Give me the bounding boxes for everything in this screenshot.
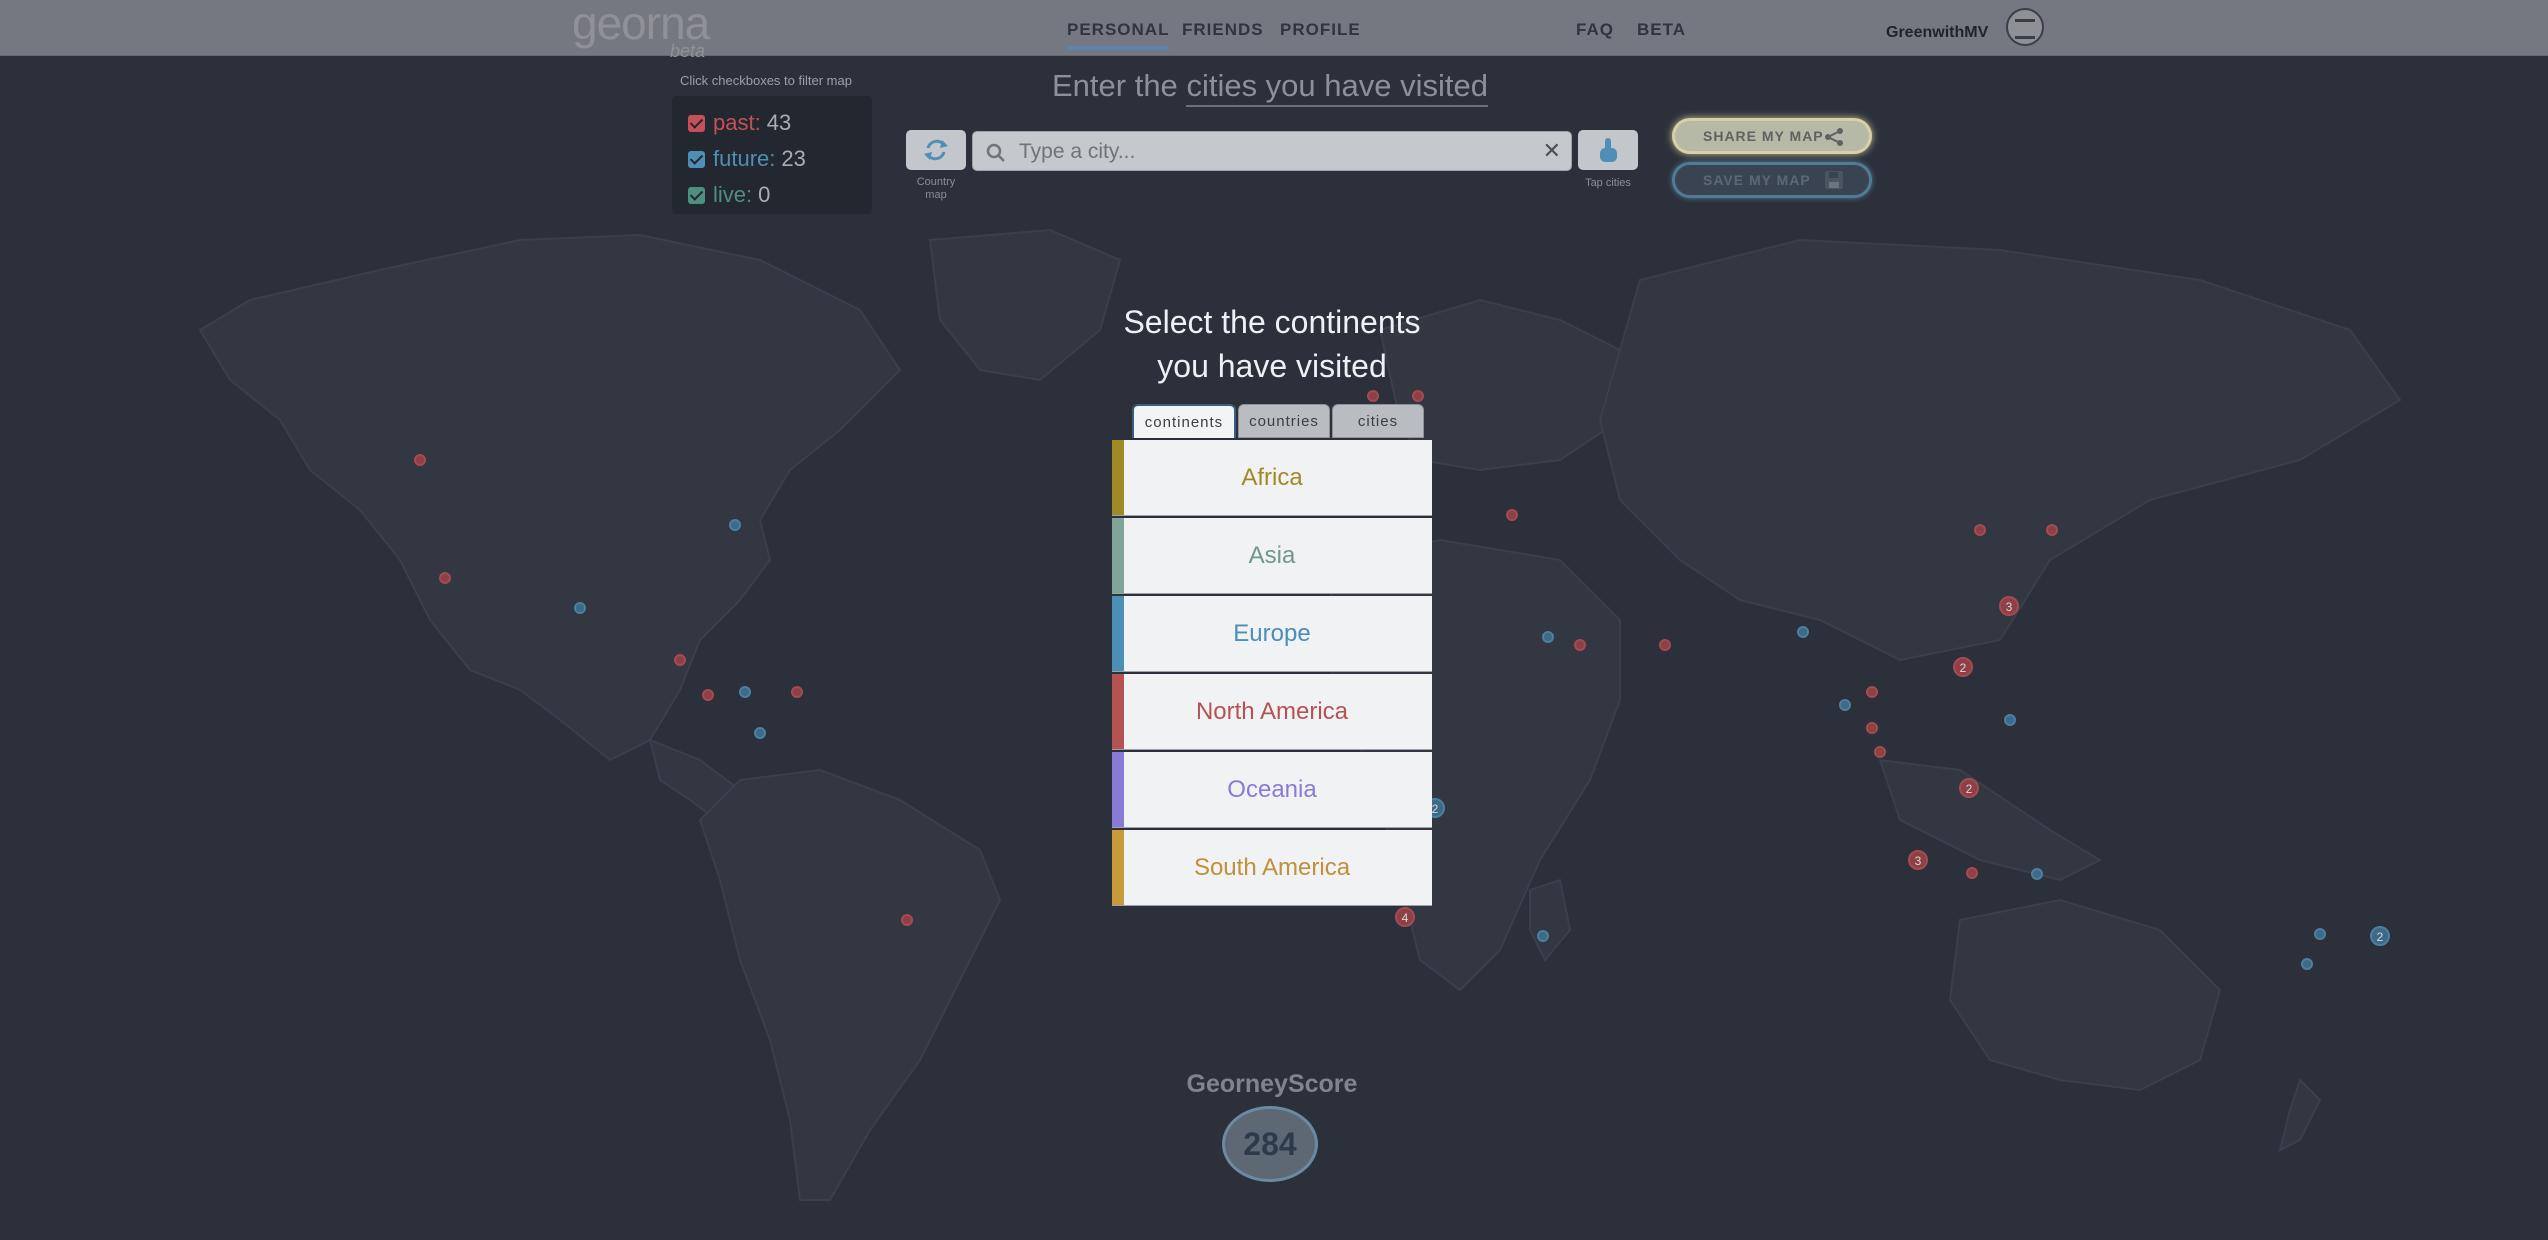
continent-label: Europe	[1233, 619, 1311, 647]
filter-past[interactable]: past: 43	[688, 108, 791, 138]
username[interactable]: GreenwithMV	[1886, 24, 1988, 42]
filter-live-count: 0	[758, 182, 771, 207]
map-cluster-label: 3	[1915, 854, 1922, 868]
tap-cities-button[interactable]	[1578, 130, 1638, 170]
logo-beta-badge: beta	[670, 41, 706, 61]
save-my-map-label: SAVE MY MAP	[1703, 172, 1811, 188]
city-search[interactable]: ✕	[972, 131, 1572, 171]
panel-title-line2: you have visited	[1157, 348, 1387, 384]
continent-color-bar	[1112, 596, 1124, 671]
land-south-america	[698, 768, 1002, 1201]
continent-color-bar	[1112, 440, 1124, 515]
map-cluster-label: 4	[1402, 911, 1409, 925]
continent-color-bar	[1112, 674, 1124, 749]
continent-label: Africa	[1241, 463, 1303, 491]
filter-future-count: 23	[781, 146, 806, 171]
floppy-disk-icon	[1825, 171, 1843, 189]
live-checkbox[interactable]	[688, 186, 705, 204]
country-map-caption: Country map	[906, 176, 966, 202]
continent-asia[interactable]: Asia	[1112, 518, 1432, 594]
continent-south-america[interactable]: South America	[1112, 830, 1432, 906]
score-label: GeorneyScore	[1186, 1070, 1358, 1098]
continent-label: Asia	[1248, 541, 1296, 569]
nav-link-personal[interactable]: PERSONAL	[1067, 20, 1170, 50]
continent-list: Africa Asia Europe North America Oceania…	[1112, 440, 1432, 908]
continent-color-bar	[1112, 752, 1124, 827]
share-my-map-button[interactable]: SHARE MY MAP	[1672, 118, 1872, 154]
country-map-caption-line1: Country	[916, 176, 956, 188]
filter-panel: past: 43 future: 23 live: 0	[672, 96, 872, 214]
continent-africa[interactable]: Africa	[1112, 440, 1432, 516]
continent-color-bar	[1112, 830, 1124, 905]
score-value: 284	[1243, 1125, 1297, 1162]
filter-hint: Click checkboxes to filter map	[680, 73, 852, 88]
tab-countries[interactable]: countries	[1238, 404, 1330, 438]
filter-future[interactable]: future: 23	[688, 144, 806, 174]
score-badge: 284	[1222, 1106, 1318, 1182]
map-cluster-label: 2	[1966, 782, 1973, 796]
continent-north-america[interactable]: North America	[1112, 674, 1432, 750]
continent-label: South America	[1193, 853, 1351, 881]
future-checkbox[interactable]	[688, 150, 705, 168]
panel-title: Select the continents you have visited	[1072, 300, 1472, 388]
enter-heading-prefix: Enter the	[1052, 68, 1178, 103]
past-checkbox[interactable]	[688, 114, 705, 132]
continent-color-bar	[1112, 518, 1124, 593]
continent-label: North America	[1195, 697, 1349, 725]
nav-link-beta[interactable]: BETA	[1637, 20, 1686, 40]
tab-cities[interactable]: cities	[1332, 404, 1424, 438]
land-new-zealand	[2278, 1078, 2322, 1152]
panel-title-line1: Select the continents	[1123, 304, 1421, 340]
land-madagascar	[1529, 878, 1572, 962]
share-icon	[1825, 128, 1843, 146]
land-australia	[1948, 898, 2222, 1092]
continent-europe[interactable]: Europe	[1112, 596, 1432, 672]
country-map-caption-line2: map	[925, 189, 947, 201]
nav-link-faq[interactable]: FAQ	[1576, 20, 1614, 40]
nav-link-profile[interactable]: PROFILE	[1280, 20, 1361, 40]
continent-oceania[interactable]: Oceania	[1112, 752, 1432, 828]
filter-past-label: past:	[713, 110, 761, 135]
map-cluster-label: 3	[2006, 600, 2013, 614]
continent-label: Oceania	[1227, 775, 1317, 803]
georna-logo[interactable]: georna beta	[572, 0, 710, 61]
country-map-button[interactable]	[906, 130, 966, 170]
filter-live[interactable]: live: 0	[688, 180, 770, 210]
tap-cities-caption: Tap cities	[1585, 177, 1631, 189]
land-north-america	[198, 233, 902, 762]
close-icon[interactable]: ✕	[1543, 138, 1561, 164]
enter-heading: Enter the cities you have visited	[1052, 68, 1488, 107]
map-cluster-label: 2	[1432, 802, 1439, 816]
refresh-icon	[924, 139, 948, 161]
city-search-input[interactable]	[1017, 136, 1521, 168]
enter-heading-rotating-text: cities you have visited	[1186, 68, 1488, 107]
land-asia	[1598, 238, 2402, 662]
filter-future-label: future:	[713, 146, 776, 171]
map-cluster-label: 2	[2377, 930, 2384, 944]
top-nav: georna beta PERSONAL FRIENDS PROFILE FAQ…	[0, 0, 2548, 61]
filter-past-count: 43	[766, 110, 792, 135]
pointer-icon	[1600, 138, 1617, 162]
map-cluster-label: 2	[1960, 661, 1967, 675]
tab-continents[interactable]: continents	[1132, 404, 1236, 438]
search-icon	[986, 143, 1005, 162]
filter-live-label: live:	[713, 182, 753, 207]
nav-link-friends[interactable]: FRIENDS	[1182, 20, 1264, 40]
share-my-map-label: SHARE MY MAP	[1703, 128, 1824, 144]
save-my-map-button[interactable]: SAVE MY MAP	[1672, 162, 1872, 198]
avatar[interactable]	[2006, 8, 2044, 46]
